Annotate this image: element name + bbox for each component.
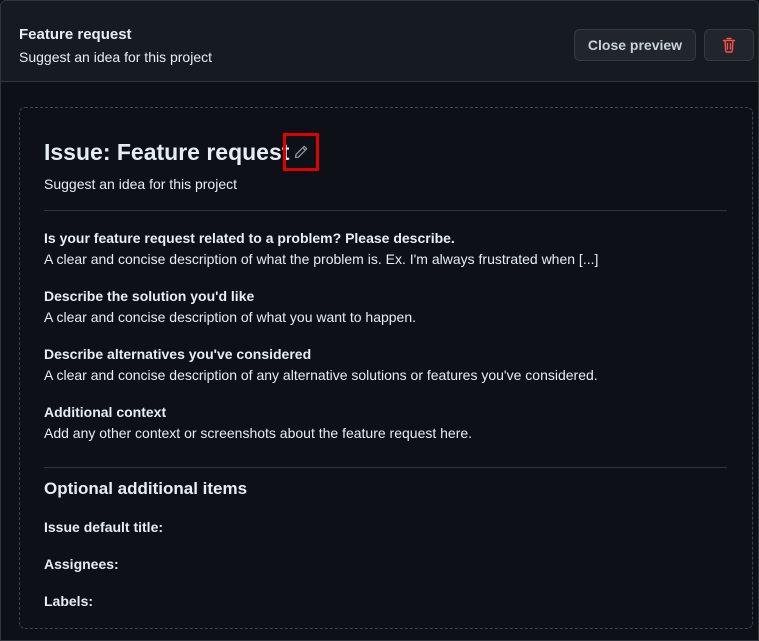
preview-header: Feature request Suggest an idea for this… [1,1,758,82]
close-preview-button[interactable]: Close preview [574,29,696,61]
delete-template-button[interactable] [704,29,754,61]
optional-items-heading: Optional additional items [44,479,248,498]
section-divider [44,467,727,468]
question-label-alternatives: Describe alternatives you've considered [44,346,312,362]
trash-icon [721,37,737,53]
template-about: Suggest an idea for this project [19,49,213,65]
template-name: Feature request [19,26,132,43]
edit-title-button[interactable] [283,133,319,171]
question-description-solution: A clear and concise description of what … [44,309,417,325]
labels-label: Labels: [44,593,94,609]
question-description-alternatives: A clear and concise description of any a… [44,367,598,383]
question-label-problem: Is your feature request related to a pro… [44,230,455,246]
question-description-context: Add any other context or screenshots abo… [44,425,473,441]
question-label-context: Additional context [44,404,167,420]
question-label-solution: Describe the solution you'd like [44,288,255,304]
section-divider [44,210,727,211]
pencil-icon [293,144,309,160]
assignees-label: Assignees: [44,556,119,572]
issue-title: Issue: Feature request [44,139,290,165]
issue-description: Suggest an idea for this project [44,176,238,192]
question-description-problem: A clear and concise description of what … [44,251,599,267]
issue-default-title-label: Issue default title: [44,519,164,535]
